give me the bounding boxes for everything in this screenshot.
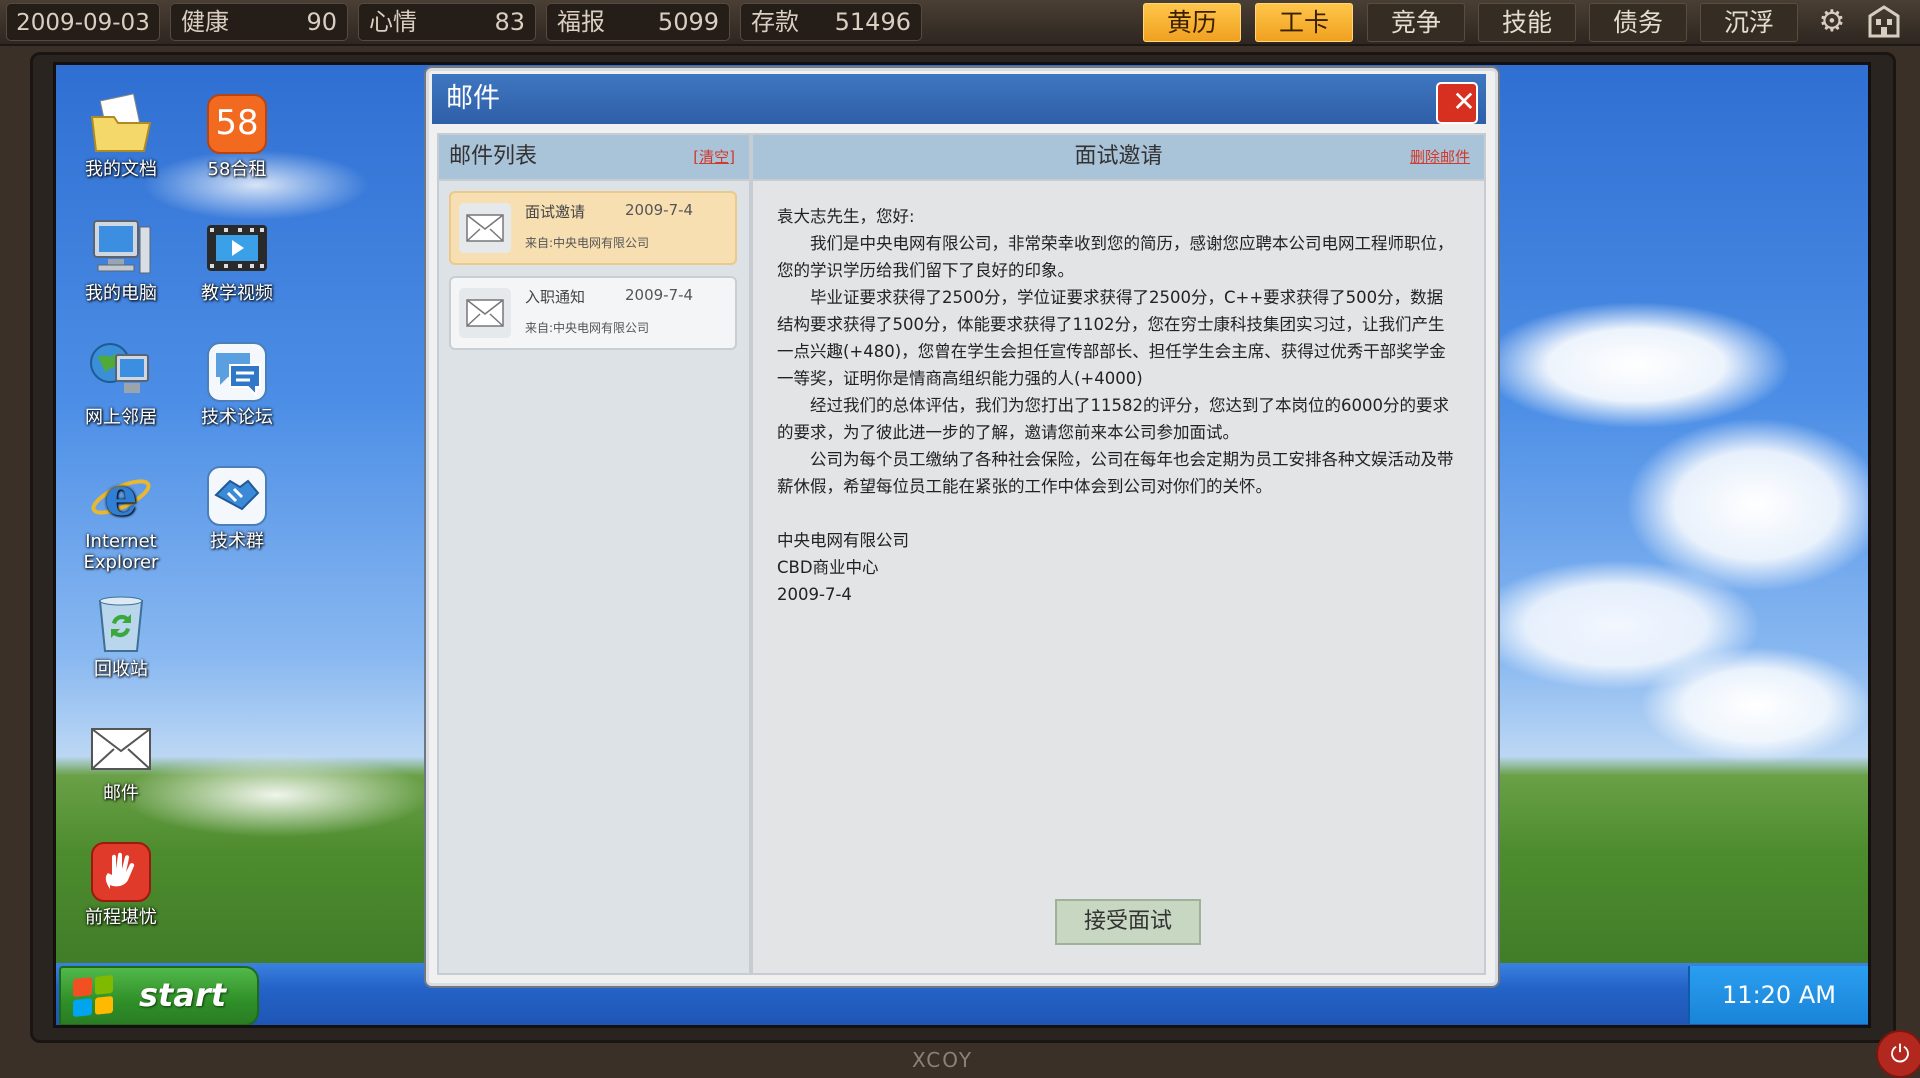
savings-value: 51496 [834, 8, 911, 36]
mail-label: 邮件 [103, 783, 139, 804]
mail-list-header: 邮件列表 [清空] [439, 135, 749, 181]
mail-paragraph: 公司为每个员工缴纳了各种社会保险，公司在每年也会定期为员工安排各种文娱活动及带薪… [777, 450, 1454, 496]
mood-label: 心情 [369, 8, 417, 36]
tutorial-video-label: 教学视频 [201, 283, 273, 304]
mood-value: 83 [494, 8, 525, 36]
game-date: 2009-09-03 [6, 3, 160, 41]
power-icon[interactable]: ⏻ [1876, 1030, 1920, 1078]
delete-mail-link[interactable]: 删除邮件 [1410, 135, 1470, 179]
game-date-text: 2009-09-03 [16, 10, 150, 36]
desktop-recycle-bin[interactable]: 回收站 [66, 593, 176, 680]
rent58-label: 58合租 [207, 159, 267, 180]
tech-forum-label: 技术论坛 [201, 407, 273, 428]
desktop-mail[interactable]: 邮件 [66, 717, 176, 804]
mail-window-titlebar[interactable]: 邮件 ✕ [432, 74, 1486, 124]
computer-icon [88, 217, 154, 279]
gear-icon[interactable]: ⚙ [1814, 4, 1850, 40]
mail-list-item[interactable]: 入职通知 2009-7-4 来自:中央电网有限公司 [449, 276, 737, 350]
mail-list-pane: 邮件列表 [清空] 面试邀请 2009-7-4 来自:中央电网有限公司 入职通知… [437, 133, 751, 975]
my-computer-label: 我的电脑 [85, 283, 157, 304]
rent58-badge: 58 [215, 103, 259, 143]
mail-list-item[interactable]: 面试邀请 2009-7-4 来自:中央电网有限公司 [449, 191, 737, 265]
start-label: start [139, 976, 227, 1014]
karma-value: 5099 [657, 8, 719, 36]
mail-date: 2009-7-4 [625, 286, 694, 304]
globe-monitor-icon [88, 341, 154, 403]
desktop-internet-explorer[interactable]: e Internet Explorer [66, 465, 176, 573]
career-label: 前程堪忧 [85, 907, 157, 928]
svg-text:e: e [104, 467, 137, 527]
mail-greeting: 袁大志先生，您好: [777, 207, 915, 226]
mail-window-title: 邮件 [446, 83, 500, 114]
health-label: 健康 [181, 8, 229, 36]
mail-detail-header: 面试邀请 删除邮件 [753, 135, 1484, 181]
network-label: 网上邻居 [85, 407, 157, 428]
accept-interview-button[interactable]: 接受面试 [1055, 899, 1201, 945]
hand-app-icon [88, 841, 154, 903]
envelope-icon [88, 717, 154, 779]
mail-window: 邮件 ✕ 邮件列表 [清空] 面试邀请 2009-7-4 来自:中央电网有限公司… [426, 68, 1498, 986]
skills-button[interactable]: 技能 [1478, 3, 1576, 42]
desktop-tutorial-video[interactable]: 教学视频 [182, 217, 292, 304]
rent58-app-icon: 58 [204, 93, 270, 155]
mail-signature-date: 2009-7-4 [777, 585, 852, 604]
folder-icon [88, 93, 154, 155]
compete-button[interactable]: 竞争 [1367, 3, 1465, 42]
clear-mail-link[interactable]: [清空] [693, 135, 735, 179]
mail-list-title: 邮件列表 [449, 144, 538, 169]
mail-signature-place: CBD商业中心 [777, 558, 879, 577]
health-value: 90 [306, 8, 337, 36]
close-button[interactable]: ✕ [1436, 82, 1478, 124]
mail-date: 2009-7-4 [625, 201, 694, 219]
mail-signature-company: 中央电网有限公司 [777, 531, 909, 550]
envelope-icon [459, 288, 511, 338]
savings-stat: 存款 51496 [740, 3, 922, 41]
tech-group-label: 技术群 [210, 531, 264, 552]
mail-subject: 入职通知 [525, 288, 586, 306]
life-button[interactable]: 沉浮 [1700, 3, 1798, 42]
debt-button[interactable]: 债务 [1589, 3, 1687, 42]
taskbar-clock: 11:20 AM [1688, 966, 1868, 1024]
windows-flag-icon [73, 974, 113, 1018]
film-icon [204, 217, 270, 279]
mail-subject: 面试邀请 [525, 203, 586, 221]
mail-detail-title: 面试邀请 [1074, 144, 1163, 169]
handshake-icon [204, 465, 270, 527]
karma-label: 福报 [557, 8, 605, 36]
karma-stat: 福报 5099 [546, 3, 730, 41]
chat-bubble-icon [204, 341, 270, 403]
mail-body: 袁大志先生，您好: 我们是中央电网有限公司，非常荣幸收到您的简历，感谢您应聘本公… [777, 203, 1459, 608]
start-button[interactable]: start [59, 966, 259, 1025]
health-stat: 健康 90 [170, 3, 348, 41]
bottom-logo: XCOY [912, 1048, 974, 1072]
mail-paragraph: 经过我们的总体评估，我们为您打出了11582的评分，您达到了本岗位的6000分的… [777, 396, 1449, 442]
desktop-my-computer[interactable]: 我的电脑 [66, 217, 176, 304]
building-icon[interactable] [1866, 4, 1902, 40]
internet-explorer-icon: e [88, 465, 154, 528]
job-card-button[interactable]: 工卡 [1255, 3, 1353, 42]
mail-detail-pane: 面试邀请 删除邮件 袁大志先生，您好: 我们是中央电网有限公司，非常荣幸收到您的… [751, 133, 1486, 975]
almanac-button[interactable]: 黄历 [1143, 3, 1241, 42]
recycle-bin-icon [88, 593, 154, 655]
mail-paragraph: 毕业证要求获得了2500分，学位证要求获得了2500分，C++要求获得了500分… [777, 288, 1446, 388]
mail-paragraph: 我们是中央电网有限公司，非常荣幸收到您的简历，感谢您应聘本公司电网工程师职位，您… [777, 234, 1454, 280]
mail-sender: 来自:中央电网有限公司 [525, 236, 650, 250]
desktop-58-rent[interactable]: 58 58合租 [182, 93, 292, 180]
desktop-network[interactable]: 网上邻居 [66, 341, 176, 428]
ie-label-line2: Explorer [83, 552, 159, 573]
desktop-my-documents[interactable]: 我的文档 [66, 93, 176, 180]
envelope-icon [459, 203, 511, 253]
ie-label-line1: Internet [85, 531, 157, 552]
recycle-bin-label: 回收站 [94, 659, 148, 680]
savings-label: 存款 [751, 8, 799, 36]
mail-sender: 来自:中央电网有限公司 [525, 321, 650, 335]
status-bar: 2009-09-03 健康 90 心情 83 福报 5099 存款 51496 … [0, 0, 1920, 46]
mood-stat: 心情 83 [358, 3, 536, 41]
desktop-tech-group[interactable]: 技术群 [182, 465, 292, 552]
desktop-tech-forum[interactable]: 技术论坛 [182, 341, 292, 428]
desktop-career[interactable]: 前程堪忧 [66, 841, 176, 928]
my-documents-label: 我的文档 [85, 159, 157, 180]
